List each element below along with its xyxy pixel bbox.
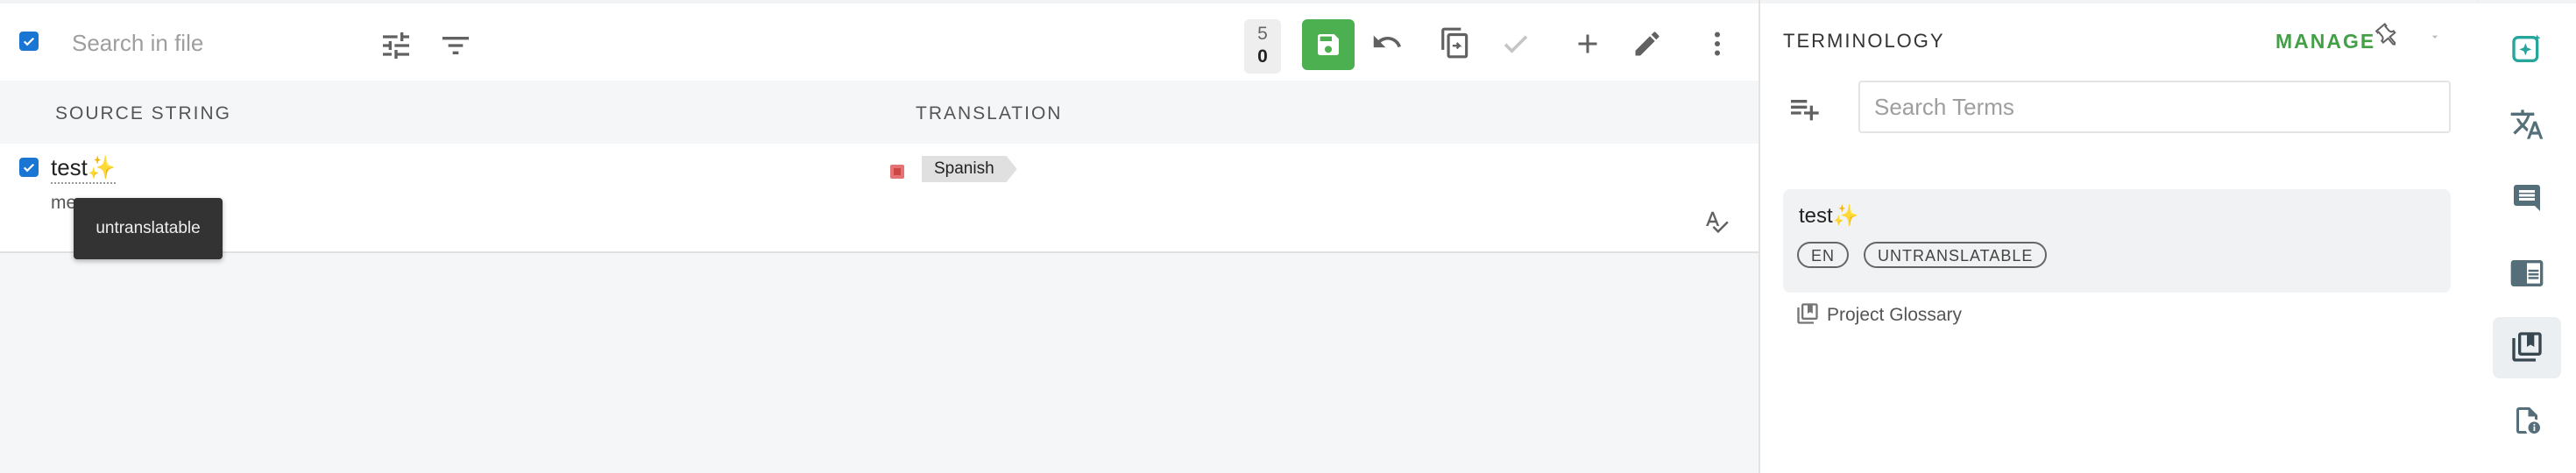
glossary-icon[interactable] [2509, 329, 2544, 364]
editor-pane: 5 0 SOURCE STRING TRANSLATION [0, 4, 1759, 473]
manage-button[interactable]: MANAGE [2275, 30, 2375, 53]
source-string-header: SOURCE STRING [55, 103, 232, 124]
tune-icon[interactable] [379, 28, 414, 63]
check-icon [23, 37, 35, 46]
translation-header: TRANSLATION [916, 103, 1063, 124]
string-row[interactable]: test✨ message Spanish [0, 144, 1759, 253]
row-checkbox[interactable] [19, 158, 39, 177]
side-rail [2477, 4, 2576, 473]
column-header-row: SOURCE STRING TRANSLATION [0, 81, 1759, 144]
save-icon [1318, 34, 1339, 55]
tooltip: untranslatable [74, 198, 223, 259]
ai-assistant-icon[interactable] [2509, 32, 2544, 67]
term-text: test✨ [1799, 204, 1859, 228]
counter-top: 5 [1257, 24, 1268, 44]
approve-check-icon[interactable] [1500, 28, 1532, 60]
edit-pencil-icon[interactable] [1631, 28, 1663, 60]
language-tag: Spanish [922, 156, 1017, 182]
term-type-chip: UNTRANSLATABLE [1864, 242, 2048, 268]
project-glossary-label[interactable]: Project Glossary [1827, 305, 1962, 326]
add-icon[interactable] [1572, 28, 1603, 60]
undo-icon[interactable] [1370, 26, 1404, 60]
spellcheck-icon[interactable] [1703, 208, 1730, 235]
playlist-add-icon[interactable] [1787, 91, 1822, 126]
search-in-file-input[interactable] [70, 25, 336, 61]
preview-icon[interactable] [2509, 256, 2544, 291]
terminology-panel: TERMINOLOGY MANAGE test✨ EN UNTRANSLATAB… [1760, 4, 2477, 473]
save-button[interactable] [1302, 19, 1355, 70]
check-icon [23, 163, 35, 173]
translate-icon[interactable] [2509, 107, 2544, 142]
comments-icon[interactable] [2511, 182, 2543, 214]
chevron-down-icon[interactable] [2428, 30, 2442, 44]
more-vert-icon[interactable] [1702, 28, 1733, 60]
editor-toolbar: 5 0 [0, 4, 1759, 81]
panel-title: TERMINOLOGY [1783, 30, 1945, 52]
file-info-icon[interactable] [2511, 405, 2543, 436]
glossary-book-icon [1795, 301, 1820, 326]
copy-source-icon[interactable] [1439, 26, 1472, 60]
search-terms-input[interactable] [1858, 81, 2451, 133]
source-string-text[interactable]: test✨ [51, 154, 117, 184]
counter-bottom: 0 [1257, 46, 1268, 67]
term-card[interactable]: test✨ EN UNTRANSLATABLE [1783, 189, 2451, 293]
word-counter: 5 0 [1244, 19, 1281, 74]
select-all-checkbox[interactable] [19, 32, 39, 51]
term-language-chip: EN [1797, 242, 1850, 268]
language-flag-icon [890, 165, 904, 179]
pin-icon[interactable] [2374, 23, 2401, 49]
filter-icon[interactable] [438, 28, 473, 63]
